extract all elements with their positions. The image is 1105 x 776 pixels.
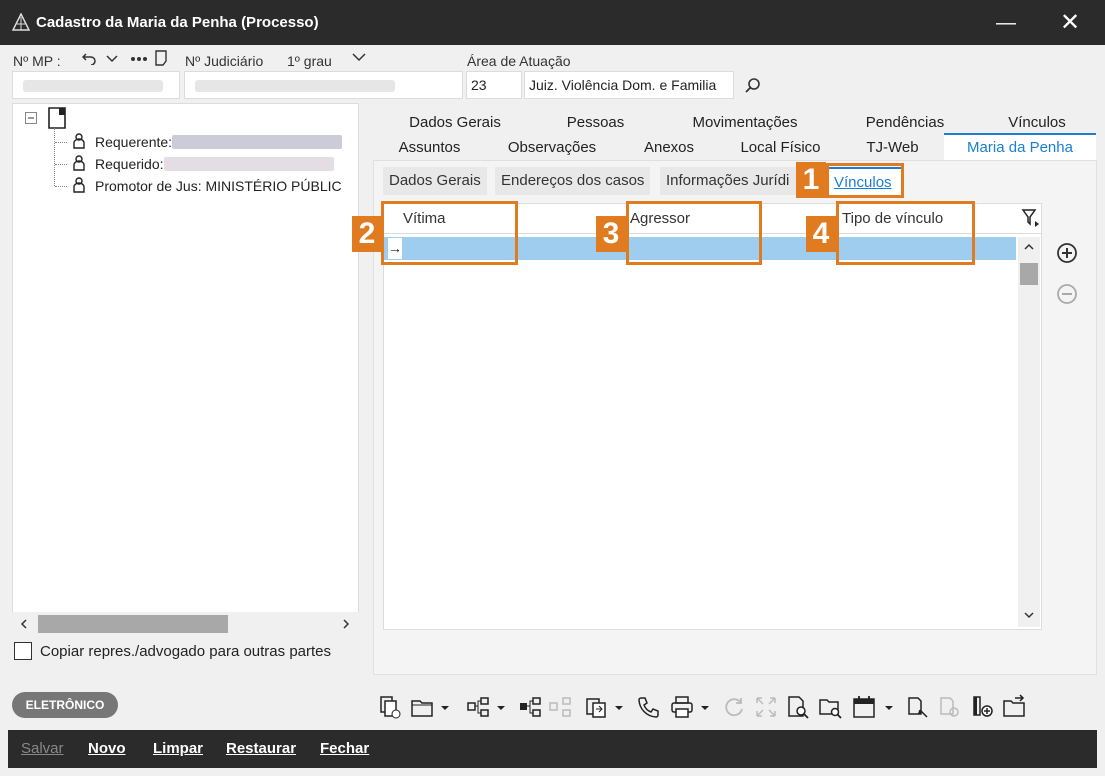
tree-item-requerido[interactable]: Requerido:	[73, 153, 334, 175]
mp-number-input[interactable]	[12, 71, 180, 99]
scroll-thumb[interactable]	[38, 615, 228, 633]
tab-dados-gerais[interactable]: Dados Gerais	[377, 110, 533, 135]
vinculos-grid: Vítima Agressor Tipo de vínculo →	[383, 203, 1042, 630]
filter-icon[interactable]	[1020, 207, 1042, 229]
subtab-informacoes-juridicas[interactable]: Informações Jurídi	[660, 167, 796, 195]
grau-chevron-down-icon[interactable]	[352, 52, 366, 62]
undo-icon[interactable]	[82, 51, 96, 65]
document-disabled-icon	[940, 697, 959, 717]
callout-box-1	[826, 163, 904, 198]
tab-pendencias[interactable]: Pendências	[836, 110, 974, 135]
remove-icon[interactable]	[1055, 282, 1079, 306]
tab-local-fisico[interactable]: Local Físico	[720, 135, 841, 160]
grid-vertical-scrollbar[interactable]	[1018, 237, 1040, 627]
chevron-down-icon[interactable]	[106, 54, 118, 64]
folder-dropdown-icon[interactable]	[438, 694, 452, 720]
scroll-down-icon[interactable]	[1024, 611, 1034, 619]
callout-box-3	[626, 201, 762, 265]
scroll-left-icon[interactable]	[20, 619, 28, 629]
limpar-button[interactable]: Limpar	[153, 740, 203, 757]
person-icon	[73, 177, 85, 193]
collapse-icon[interactable]	[25, 112, 37, 124]
person-icon	[73, 155, 85, 171]
tab-vinculos[interactable]: Vínculos	[978, 110, 1096, 135]
scroll-thumb[interactable]	[1020, 263, 1038, 285]
close-button[interactable]: ✕	[1050, 8, 1090, 38]
add-document-icon[interactable]	[970, 694, 994, 720]
callout-number-2: 2	[352, 216, 382, 252]
calendar-dropdown-icon[interactable]	[882, 694, 896, 720]
document-search-icon[interactable]	[786, 694, 810, 720]
scroll-right-icon[interactable]	[342, 619, 350, 629]
hierarchy-filled-icon[interactable]	[518, 694, 542, 720]
folder-icon[interactable]	[410, 694, 434, 720]
area-name-input[interactable]: Juiz. Violência Dom. e Familia	[524, 71, 734, 99]
window-title: Cadastro da Maria da Penha (Processo)	[36, 14, 319, 31]
person-icon	[73, 133, 85, 149]
print-dropdown-icon[interactable]	[698, 694, 712, 720]
fechar-button[interactable]: Fechar	[320, 740, 369, 757]
transfer-document-icon[interactable]	[584, 694, 608, 720]
calendar-icon[interactable]	[852, 694, 876, 720]
document-icon[interactable]	[154, 50, 168, 66]
tree-item-promotor[interactable]: Promotor de Jus: MINISTÉRIO PÚBLIC	[73, 175, 359, 197]
expand-disabled-icon	[756, 697, 776, 717]
eletronico-badge: ELETRÔNICO	[12, 692, 118, 718]
hierarchy-disabled-icon	[549, 697, 571, 717]
bottom-action-bar: Salvar Novo Limpar Restaurar Fechar	[8, 730, 1097, 768]
area-label: Área de Atuação	[467, 53, 571, 69]
add-icon[interactable]	[1055, 241, 1079, 265]
title-bar: Cadastro da Maria da Penha (Processo) — …	[0, 0, 1105, 45]
folder-search-icon[interactable]	[818, 694, 842, 720]
salvar-button[interactable]: Salvar	[21, 740, 64, 757]
folder-share-icon[interactable]	[1002, 694, 1026, 720]
tree-item-requerente[interactable]: Requerente:	[73, 131, 343, 153]
subtab-dados-gerais[interactable]: Dados Gerais	[383, 167, 487, 195]
callout-number-3: 3	[596, 216, 626, 252]
print-icon[interactable]	[670, 694, 694, 720]
refresh-disabled-icon	[725, 698, 743, 717]
tab-observacoes[interactable]: Observações	[486, 135, 618, 160]
grau-label: 1º grau	[287, 53, 332, 69]
copy-representative-label: Copiar repres./advogado para outras part…	[40, 643, 332, 660]
callout-number-1: 1	[796, 162, 826, 198]
tab-tj-web[interactable]: TJ-Web	[845, 135, 940, 160]
tree-horizontal-scrollbar[interactable]	[12, 612, 359, 636]
scroll-up-icon[interactable]	[1024, 243, 1034, 251]
area-code-input[interactable]: 23	[466, 71, 522, 99]
hierarchy-dropdown-icon[interactable]	[494, 694, 508, 720]
judiciario-label: Nº Judiciário	[185, 53, 264, 69]
search-icon[interactable]	[744, 77, 762, 95]
hierarchy-icon[interactable]	[466, 694, 490, 720]
phone-icon[interactable]	[636, 694, 660, 720]
process-document-icon	[48, 107, 66, 129]
callout-box-2	[381, 201, 518, 265]
mp-label: Nº MP :	[13, 53, 61, 69]
tree-item-label: Requerido:	[95, 156, 164, 172]
transfer-dropdown-icon[interactable]	[612, 694, 626, 720]
subtab-enderecos[interactable]: Endereços dos casos	[495, 167, 651, 195]
callout-number-4: 4	[806, 216, 836, 252]
tab-assuntos[interactable]: Assuntos	[377, 135, 482, 160]
tab-movimentacoes[interactable]: Movimentações	[658, 110, 832, 135]
restaurar-button[interactable]: Restaurar	[226, 740, 296, 757]
tree-item-label: Requerente:	[95, 134, 173, 150]
callout-box-4	[836, 201, 975, 265]
tree-item-label: Promotor de Jus: MINISTÉRIO PÚBLIC	[95, 178, 342, 194]
tab-maria-da-penha[interactable]: Maria da Penha	[944, 133, 1096, 160]
judiciario-number-input[interactable]	[184, 71, 463, 99]
copy-document-icon[interactable]	[378, 694, 402, 720]
copy-representative-checkbox[interactable]	[14, 642, 32, 660]
tab-pessoas[interactable]: Pessoas	[537, 110, 654, 135]
tab-anexos[interactable]: Anexos	[622, 135, 716, 160]
more-icon[interactable]	[130, 56, 148, 62]
novo-button[interactable]: Novo	[88, 740, 126, 757]
document-edit-icon[interactable]	[906, 694, 930, 720]
parties-tree: Requerente: Requerido: Promotor de Jus: …	[12, 103, 359, 636]
minimize-button[interactable]: —	[986, 8, 1026, 38]
app-logo-icon	[12, 13, 30, 31]
